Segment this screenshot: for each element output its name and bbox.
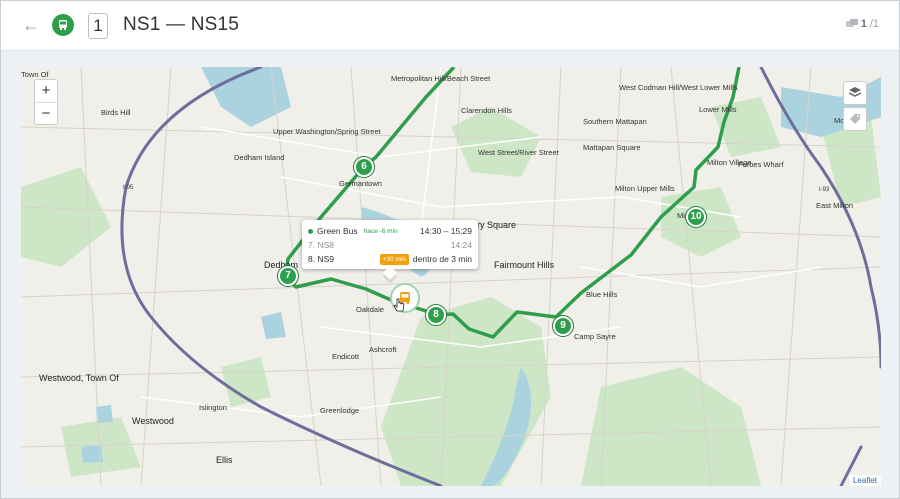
- back-arrow-icon[interactable]: ←: [21, 15, 41, 35]
- vehicle-total: /1: [869, 18, 879, 30]
- bus-icon: [52, 14, 74, 36]
- app-window: ← 1 NS1 — NS15 1/1 Town Of Birds Hill Me…: [0, 0, 900, 499]
- stop-marker[interactable]: 7: [278, 266, 298, 286]
- label-mattapan-square: Mattapan Square: [583, 143, 641, 152]
- route-number: 1: [88, 13, 108, 39]
- status-dot: [308, 228, 313, 234]
- label-metropolitan-hill: Metropolitan Hill/Beach Street: [391, 74, 491, 83]
- label-clarendon-hills: Clarendon Hills: [461, 106, 512, 115]
- label-birds-hill: Birds Hill: [101, 108, 131, 117]
- label-endicott: Endicott: [332, 352, 360, 361]
- label-southern-mattapan: Southern Mattapan: [583, 117, 647, 126]
- delay-badge: +30 min: [379, 253, 409, 265]
- vehicle-status: hace -6 min: [363, 227, 398, 235]
- vehicle-name: Green Bus: [317, 226, 358, 236]
- vehicle-window: 14:30 – 15:29: [420, 226, 472, 236]
- label-dedham-island: Dedham Island: [234, 153, 285, 162]
- hand-cursor-icon: [393, 298, 405, 312]
- label-oakdale: Oakdale: [356, 305, 384, 314]
- stop-marker[interactable]: 9: [553, 316, 573, 336]
- popup-vehicle-row: Green Bus hace -6 min 14:30 – 15:29: [308, 225, 472, 237]
- next-eta: dentro de 3 min: [412, 254, 472, 264]
- label-ashcroft: Ashcroft: [369, 345, 397, 354]
- label-blue-hills: Blue Hills: [586, 290, 618, 299]
- vehicle-count: 1: [860, 18, 867, 30]
- label-lower-mills: Lower Mills: [699, 105, 737, 114]
- label-west-codman: West Codman Hill/West Lower Mills: [619, 83, 738, 92]
- popup-next-row: 8. NS9 +30 min dentro de 3 min: [308, 253, 472, 265]
- label-mi: Mi: [677, 211, 685, 220]
- stop-marker[interactable]: 6: [354, 157, 374, 177]
- zoom-control: + −: [34, 79, 58, 125]
- next-stop: 8. NS9: [308, 254, 334, 264]
- label-forbes-wharf: Forbes Wharf: [738, 160, 784, 169]
- label-town-of: Town Of: [21, 70, 49, 79]
- stop-marker[interactable]: 8: [426, 305, 446, 325]
- label-fairmount-hills: Fairmount Hills: [494, 260, 555, 270]
- route-header: ← 1 NS1 — NS15 1/1: [1, 1, 899, 51]
- popup-prev-row: 7. NS8 14:24: [308, 239, 472, 251]
- zoom-in-button[interactable]: +: [35, 80, 57, 102]
- prev-stop: 7. NS8: [308, 240, 334, 250]
- vehicle-counter: 1/1: [845, 18, 879, 30]
- label-ry-square: ry Square: [477, 220, 517, 230]
- label-upper-washington: Upper Washington/Spring Street: [273, 127, 381, 136]
- label-westwood: Westwood: [132, 416, 174, 426]
- tag-icon: [850, 114, 860, 124]
- layers-icon: [848, 87, 862, 97]
- label-westwood-town: Westwood, Town Of: [39, 373, 119, 383]
- tag-filter-button[interactable]: [843, 107, 867, 131]
- zoom-out-button[interactable]: −: [35, 102, 57, 124]
- label-islington: Islington: [199, 403, 227, 412]
- prev-time: 14:24: [450, 240, 472, 250]
- vehicles-icon: [845, 19, 858, 27]
- label-west-street: West Street/River Street: [478, 148, 559, 157]
- layers-button[interactable]: [843, 81, 867, 105]
- label-i95: I-95: [123, 185, 134, 191]
- page-title: NS1 — NS15: [123, 14, 240, 35]
- label-camp-sayre: Camp Sayre: [574, 332, 616, 341]
- route-map[interactable]: Town Of Birds Hill Metropolitan Hill/Bea…: [21, 67, 881, 486]
- stop-marker[interactable]: 10: [686, 207, 706, 227]
- label-germantown: Germantown: [339, 179, 382, 188]
- vehicle-popup: Green Bus hace -6 min 14:30 – 15:29 7. N…: [302, 220, 478, 281]
- label-greenlodge: Greenlodge: [320, 406, 360, 415]
- leaflet-attribution-link[interactable]: Leaflet: [848, 475, 881, 486]
- label-ellis: Ellis: [216, 455, 233, 465]
- label-east-milton: East Milton: [816, 201, 854, 210]
- label-i93: I-93: [819, 187, 830, 193]
- label-milton-upper-mills: Milton Upper Mills: [615, 184, 675, 193]
